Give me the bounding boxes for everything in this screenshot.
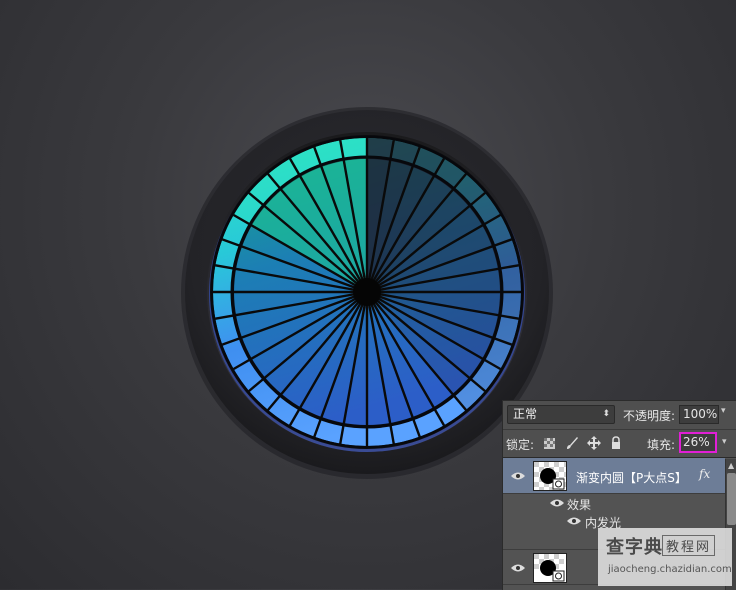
scroll-thumb[interactable] <box>727 473 736 525</box>
effects-label: 效果 <box>567 498 592 512</box>
watermark-brand: 查字典 <box>606 537 663 558</box>
lock-fill-row: 锁定: 填充: 26% ▾ <box>503 430 736 458</box>
lock-label: 锁定: <box>506 438 535 452</box>
watermark: 查字典 教程网 jiaocheng.chazidian.com <box>598 528 732 586</box>
brush-icon[interactable] <box>565 436 579 450</box>
layers-toolbar: 正常 ⬍ 不透明度: 100% ▾ <box>503 401 736 430</box>
lock-icon[interactable] <box>609 436 623 450</box>
lock-transparency-icon[interactable] <box>543 436 557 450</box>
fill-input[interactable]: 26% <box>679 432 717 453</box>
layer-thumbnail <box>533 553 567 583</box>
eye-icon[interactable] <box>549 498 565 508</box>
opacity-input[interactable]: 100% <box>679 405 719 424</box>
move-icon[interactable] <box>587 436 601 450</box>
layer-thumbnail <box>533 461 567 491</box>
layer-row-selected[interactable]: 渐变内圆【P大点S】 fx <box>503 458 725 494</box>
eye-icon[interactable] <box>510 563 526 573</box>
updown-icon: ⬍ <box>602 409 610 419</box>
watermark-url: jiaocheng.chazidian.com <box>608 564 732 575</box>
blend-mode-select[interactable]: 正常 ⬍ <box>507 405 615 424</box>
layer-name[interactable]: 渐变内圆【P大点S】 <box>576 469 687 486</box>
fill-dropdown-icon[interactable]: ▾ <box>722 437 727 447</box>
fill-label: 填充: <box>647 438 676 452</box>
fx-icon[interactable]: fx <box>699 467 710 481</box>
scroll-up-icon[interactable]: ▲ <box>728 461 734 470</box>
blend-mode-value: 正常 <box>513 407 538 421</box>
watermark-section: 教程网 <box>662 535 716 556</box>
eye-icon[interactable] <box>566 516 582 526</box>
eye-icon[interactable] <box>510 471 526 481</box>
opacity-dropdown-icon[interactable]: ▾ <box>721 406 726 416</box>
dial-hub <box>353 278 381 306</box>
effects-row[interactable]: 效果 <box>503 494 725 512</box>
opacity-label: 不透明度: <box>623 409 676 423</box>
